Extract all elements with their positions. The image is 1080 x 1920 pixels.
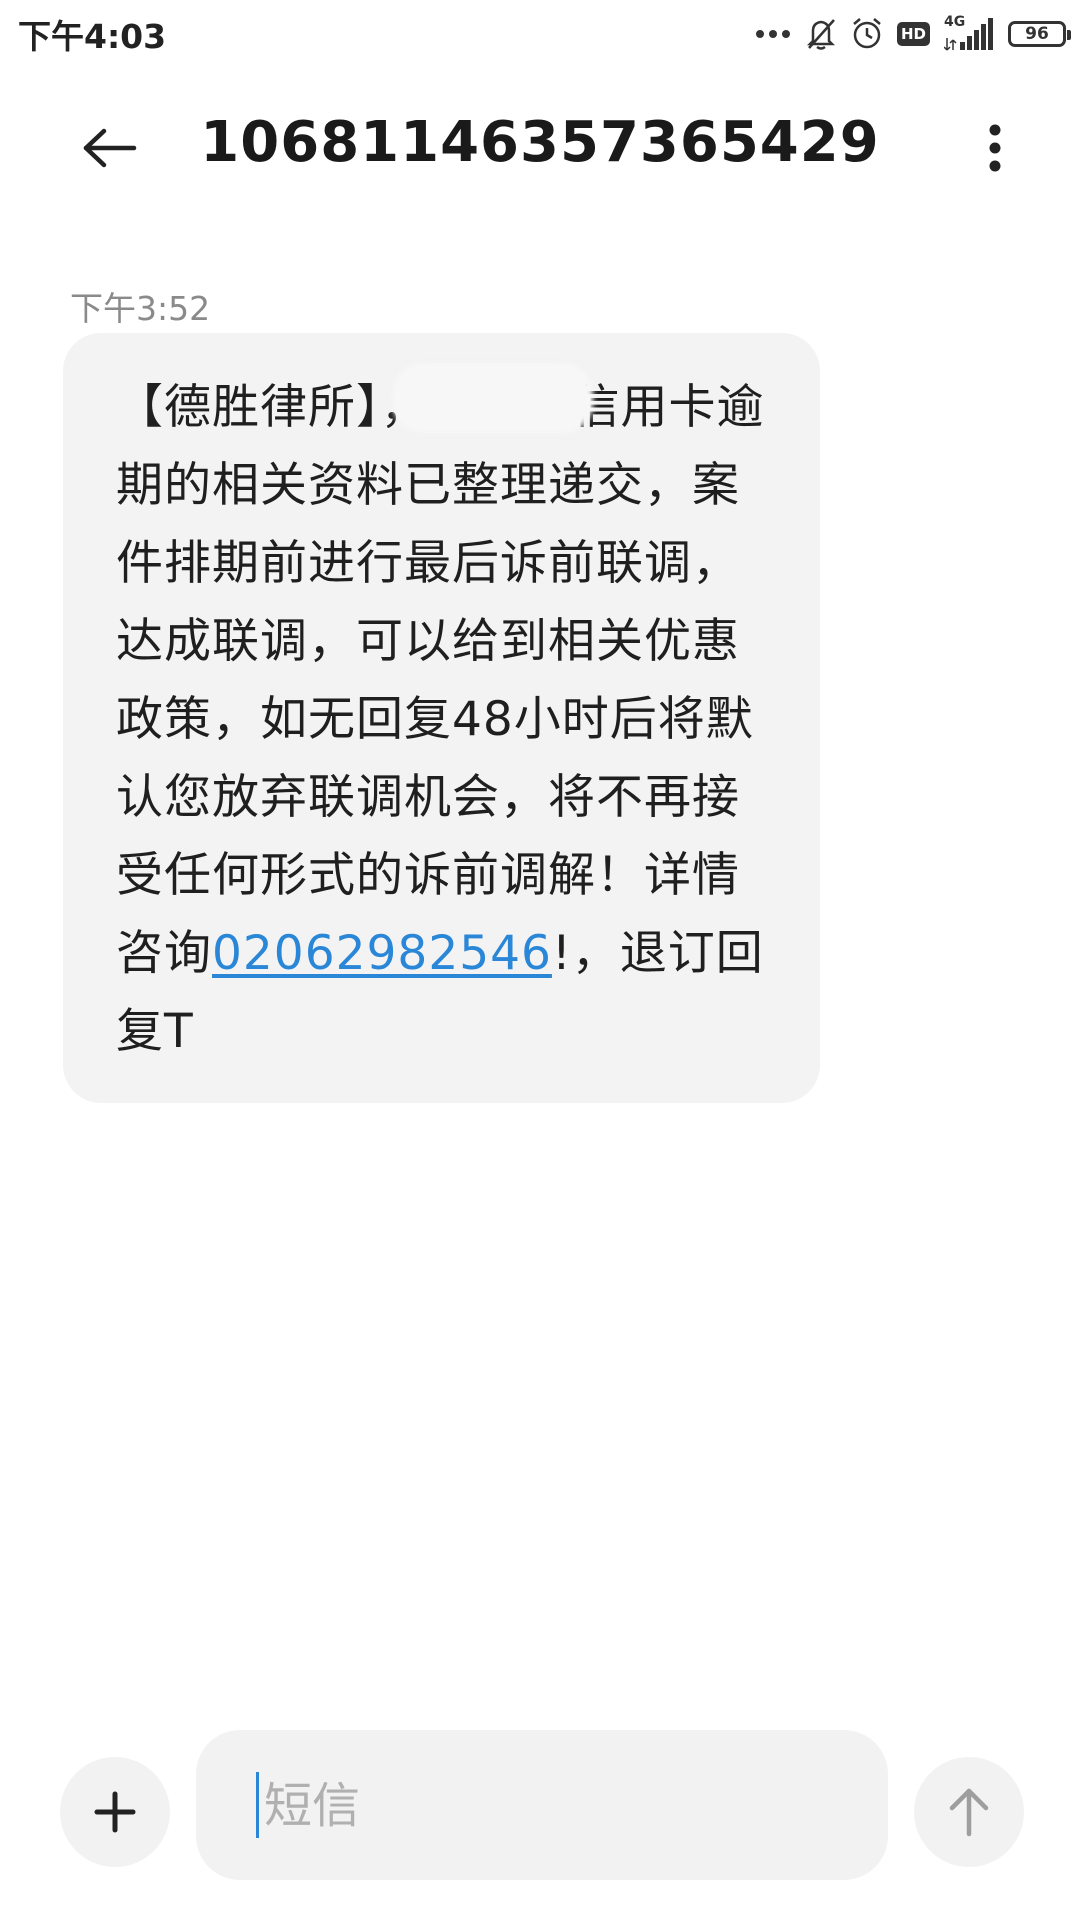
phone-number-link[interactable]: 02062982546 bbox=[212, 926, 552, 981]
arrow-left-icon bbox=[83, 128, 137, 168]
more-options-button[interactable] bbox=[955, 108, 1035, 188]
more-dots-icon bbox=[755, 30, 790, 38]
alarm-clock-icon bbox=[853, 18, 881, 49]
battery-tip bbox=[1067, 30, 1071, 40]
message-bubble[interactable]: 【德胜律所】，关于您信用卡逾期的相关资料已整理递交，案件排期前进行最后诉前联调，… bbox=[63, 333, 820, 1103]
conversation-header: 10681146357365429 bbox=[0, 90, 1080, 200]
text-caret bbox=[256, 1772, 259, 1838]
arrow-up-icon bbox=[949, 1788, 989, 1837]
signal-bars-icon bbox=[944, 18, 993, 51]
status-time: 下午4:03 bbox=[18, 17, 167, 56]
status-bar: 下午4:03 HD 4G 96 bbox=[0, 0, 1080, 66]
hd-badge: HD bbox=[896, 22, 930, 46]
add-attachment-button[interactable] bbox=[60, 1757, 170, 1867]
signal-indicator: 4G bbox=[944, 14, 994, 52]
battery-level: 96 bbox=[1025, 24, 1049, 44]
message-text: 【德胜律所】，关于您信用卡逾期的相关资料已整理递交，案件排期前进行最后诉前联调，… bbox=[116, 369, 771, 1071]
status-icons: HD 4G 96 bbox=[755, 12, 1071, 56]
battery-icon: 96 bbox=[1008, 21, 1071, 47]
redaction-mark bbox=[393, 363, 593, 433]
sms-input[interactable] bbox=[262, 1758, 826, 1854]
plus-icon bbox=[94, 1791, 136, 1833]
sms-input-container[interactable] bbox=[196, 1730, 888, 1880]
more-vertical-icon bbox=[989, 124, 1001, 172]
send-button[interactable] bbox=[914, 1757, 1024, 1867]
back-button[interactable] bbox=[70, 108, 150, 188]
bell-muted-icon bbox=[806, 19, 836, 50]
message-timestamp: 下午3:52 bbox=[70, 289, 211, 328]
sender-number: 10681146357365429 bbox=[200, 110, 880, 175]
message-body: 【德胜律所】，关于您信用卡逾期的相关资料已整理递交，案件排期前进行最后诉前联调，… bbox=[116, 380, 765, 981]
